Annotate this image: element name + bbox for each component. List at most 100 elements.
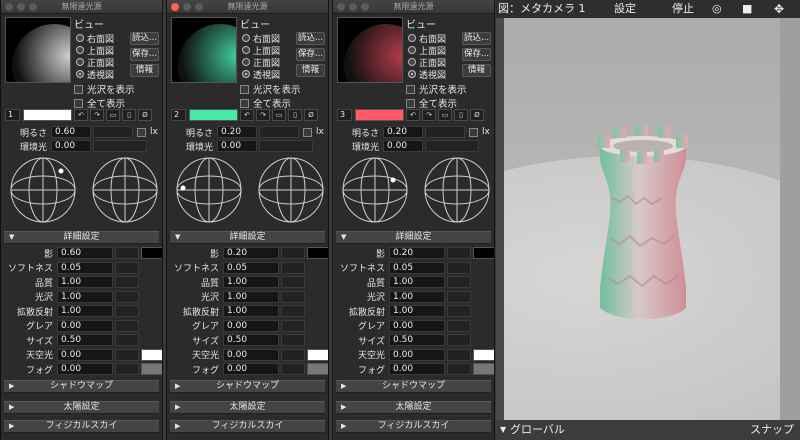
light-number[interactable]: 2 <box>171 109 186 121</box>
radio-icon[interactable] <box>408 46 416 54</box>
detail-value-field[interactable]: 0.05 <box>223 261 279 274</box>
physical-sky-header[interactable]: ▶ フィジカルスカイ <box>336 420 491 433</box>
direction-hemispheres[interactable] <box>9 156 159 226</box>
radio-icon[interactable] <box>408 58 416 66</box>
view-option[interactable]: 右面図 <box>76 32 114 45</box>
brightness-field[interactable]: 0.20 <box>217 126 257 138</box>
detail-value-field[interactable]: 1.00 <box>389 305 445 317</box>
shadowmap-header[interactable]: ▶ シャドウマップ <box>336 380 491 393</box>
detail-slider[interactable] <box>281 290 305 303</box>
brightness-slider[interactable] <box>425 126 465 138</box>
side-button[interactable]: 読込... <box>130 32 159 45</box>
sun-settings-header[interactable]: ▶ 太陽設定 <box>336 401 491 414</box>
shadow-color-swatch[interactable] <box>141 247 162 259</box>
fog-color-swatch[interactable] <box>473 363 494 375</box>
close-icon[interactable] <box>171 3 179 11</box>
detail-value-field[interactable]: 0.05 <box>57 261 113 274</box>
brightness-field[interactable]: 0.60 <box>51 126 91 138</box>
checkbox[interactable] <box>240 84 249 94</box>
view-option[interactable]: 正面図 <box>76 56 114 69</box>
view-option[interactable]: 上面図 <box>408 44 446 57</box>
close-icon[interactable] <box>337 3 345 11</box>
paste-icon[interactable]: ▯ <box>454 109 468 121</box>
view-option[interactable]: 透視図 <box>408 68 446 81</box>
detail-settings-header[interactable]: ▼ 詳細設定 <box>4 231 159 244</box>
light-preview[interactable] <box>337 17 403 83</box>
detail-slider[interactable] <box>447 290 471 303</box>
detail-slider[interactable] <box>447 276 471 288</box>
detail-value-field[interactable]: 1.00 <box>57 305 113 317</box>
detail-value-field[interactable]: 1.00 <box>57 276 113 288</box>
paste-icon[interactable]: ▯ <box>288 109 302 121</box>
show-gloss-row[interactable]: 光沢を表示 <box>406 82 467 96</box>
ambient-slider[interactable] <box>259 140 313 152</box>
checkbox[interactable] <box>240 98 249 108</box>
light-preview[interactable] <box>5 17 71 83</box>
radio-icon[interactable] <box>408 34 416 42</box>
show-gloss-row[interactable]: 光沢を表示 <box>240 82 301 96</box>
detail-value-field[interactable]: 0.00 <box>223 348 279 361</box>
side-button[interactable]: 読込... <box>462 32 491 45</box>
detail-slider[interactable] <box>447 305 471 317</box>
detail-value-field[interactable]: 0.50 <box>389 334 445 346</box>
snap-menu[interactable]: スナップ <box>750 420 800 440</box>
radio-icon[interactable] <box>76 34 84 42</box>
detail-slider[interactable] <box>281 319 305 332</box>
detail-value-field[interactable]: 0.50 <box>223 334 279 346</box>
detail-value-field[interactable]: 0.05 <box>389 261 445 274</box>
detail-slider[interactable] <box>447 247 471 259</box>
show-all-row[interactable]: 全て表示 <box>240 96 291 110</box>
radio-icon[interactable] <box>76 46 84 54</box>
stop-button[interactable]: 停止 <box>672 0 694 18</box>
copy-icon[interactable]: ▭ <box>106 109 120 121</box>
lux-toggle[interactable]: lx <box>469 127 490 137</box>
move-icon[interactable]: ✥ <box>774 0 784 18</box>
light-direction-handle[interactable] <box>390 177 396 183</box>
detail-value-field[interactable]: 0.00 <box>223 319 279 332</box>
redo-icon[interactable]: ↷ <box>422 109 436 121</box>
copy-icon[interactable]: ▭ <box>438 109 452 121</box>
minimize-icon[interactable] <box>183 3 191 11</box>
detail-value-field[interactable]: 0.20 <box>389 247 445 259</box>
checkbox[interactable] <box>303 127 312 137</box>
detail-slider[interactable] <box>281 363 305 375</box>
ambient-field[interactable]: 0.00 <box>51 140 91 152</box>
shadow-color-swatch[interactable] <box>307 247 328 259</box>
zoom-icon[interactable] <box>29 3 37 11</box>
detail-slider[interactable] <box>281 334 305 346</box>
detail-value-field[interactable]: 0.00 <box>57 319 113 332</box>
detail-slider[interactable] <box>447 348 471 361</box>
detail-slider[interactable] <box>115 305 139 317</box>
sky-color-swatch[interactable] <box>473 348 494 361</box>
radio-icon[interactable] <box>76 70 84 78</box>
detail-value-field[interactable]: 0.20 <box>223 247 279 259</box>
shadowmap-header[interactable]: ▶ シャドウマップ <box>170 380 325 393</box>
side-button[interactable]: 保存... <box>130 48 159 61</box>
side-button[interactable]: 情報 <box>462 64 491 77</box>
detail-slider[interactable] <box>281 261 305 274</box>
zoom-icon[interactable] <box>195 3 203 11</box>
radio-icon[interactable] <box>242 70 250 78</box>
side-button[interactable]: 読込... <box>296 32 325 45</box>
detail-value-field[interactable]: 1.00 <box>223 276 279 288</box>
detail-value-field[interactable]: 0.00 <box>57 363 113 375</box>
checkbox[interactable] <box>469 127 478 137</box>
detail-value-field[interactable]: 1.00 <box>57 290 113 303</box>
light-direction-handle[interactable] <box>58 168 64 174</box>
zoom-icon[interactable] <box>361 3 369 11</box>
view-option[interactable]: 上面図 <box>242 44 280 57</box>
detail-value-field[interactable]: 0.00 <box>223 363 279 375</box>
undo-icon[interactable]: ↶ <box>240 109 254 121</box>
sky-color-swatch[interactable] <box>141 348 162 361</box>
close-icon[interactable] <box>5 3 13 11</box>
detail-slider[interactable] <box>447 319 471 332</box>
radio-icon[interactable] <box>242 34 250 42</box>
checkbox[interactable] <box>74 84 83 94</box>
view-option[interactable]: 透視図 <box>242 68 280 81</box>
detail-slider[interactable] <box>281 348 305 361</box>
detail-settings-header[interactable]: ▼ 詳細設定 <box>170 231 325 244</box>
detail-value-field[interactable]: 1.00 <box>389 276 445 288</box>
checkbox[interactable] <box>74 98 83 108</box>
detail-slider[interactable] <box>115 290 139 303</box>
detail-value-field[interactable]: 0.00 <box>389 348 445 361</box>
